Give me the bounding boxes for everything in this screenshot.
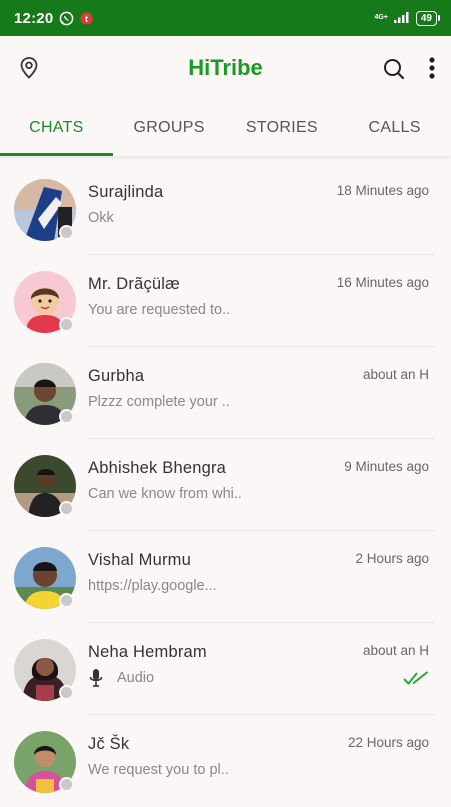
chat-row[interactable]: Mr. Drãçülæ 16 Minutes ago You are reque… [0,255,451,347]
chat-row[interactable]: Jč Šk 22 Hours ago We request you to pl.… [0,715,451,807]
chat-name: Abhishek Bhengra [88,459,227,477]
chat-preview: Plzzz complete your .. [88,394,230,410]
app-bar: HiTribe [0,36,451,100]
chat-preview: We request you to pl.. [88,762,229,778]
chat-name: Mr. Drãçülæ [88,275,181,293]
more-options-icon[interactable] [428,56,436,85]
online-status-dot [59,777,74,792]
chat-time: 18 Minutes ago [336,183,429,198]
chat-time: 22 Hours ago [347,735,429,750]
network-type: 4G+ [374,14,388,21]
chat-row[interactable]: Neha Hembram about an H Audio [0,623,451,715]
chat-name: Gurbha [88,367,145,385]
chat-preview: Can we know from whi.. [88,486,242,502]
tab-chats[interactable]: CHATS [0,100,113,156]
chat-preview: Audio [117,670,155,686]
online-status-dot [59,409,74,424]
chat-time: 9 Minutes ago [344,459,429,474]
chat-time: about an H [362,643,429,658]
app-notification-icon: t [80,11,93,25]
chat-time: 2 Hours ago [355,551,429,566]
whatsapp-icon [59,11,74,26]
status-time: 12:20 [14,9,54,27]
chat-row[interactable]: Abhishek Bhengra 9 Minutes ago Can we kn… [0,439,451,531]
chat-time: 16 Minutes ago [336,275,429,290]
search-icon[interactable] [382,57,406,86]
online-status-dot [59,225,74,240]
status-bar: 12:20 t 4G+ 49 [0,0,451,36]
tab-bar: CHATS GROUPS STORIES CALLS [0,100,451,156]
chat-preview: https://play.google... [88,578,217,594]
chat-name: Vishal Murmu [88,551,191,569]
chat-preview: Okk [88,210,114,226]
chat-preview: You are requested to.. [88,302,231,318]
chat-time: about an H [362,367,429,382]
chat-row[interactable]: Surajlinda 18 Minutes ago Okk [0,163,451,255]
online-status-dot [59,593,74,608]
chat-name: Surajlinda [88,183,164,201]
microphone-icon [88,668,104,693]
online-status-dot [59,501,74,516]
online-status-dot [59,317,74,332]
svg-text:t: t [85,13,88,23]
chat-name: Jč Šk [88,735,130,753]
online-status-dot [59,685,74,700]
tab-groups[interactable]: GROUPS [113,100,226,156]
signal-icon [393,11,410,25]
battery-level: 49 [420,12,432,24]
battery-icon: 49 [415,10,441,26]
chat-name: Neha Hembram [88,643,207,661]
tab-calls[interactable]: CALLS [338,100,451,156]
chat-row[interactable]: Gurbha about an H Plzzz complete your .. [0,347,451,439]
read-receipt-icon [403,670,429,691]
chat-row[interactable]: Vishal Murmu 2 Hours ago https://play.go… [0,531,451,623]
tab-stories[interactable]: STORIES [226,100,339,156]
